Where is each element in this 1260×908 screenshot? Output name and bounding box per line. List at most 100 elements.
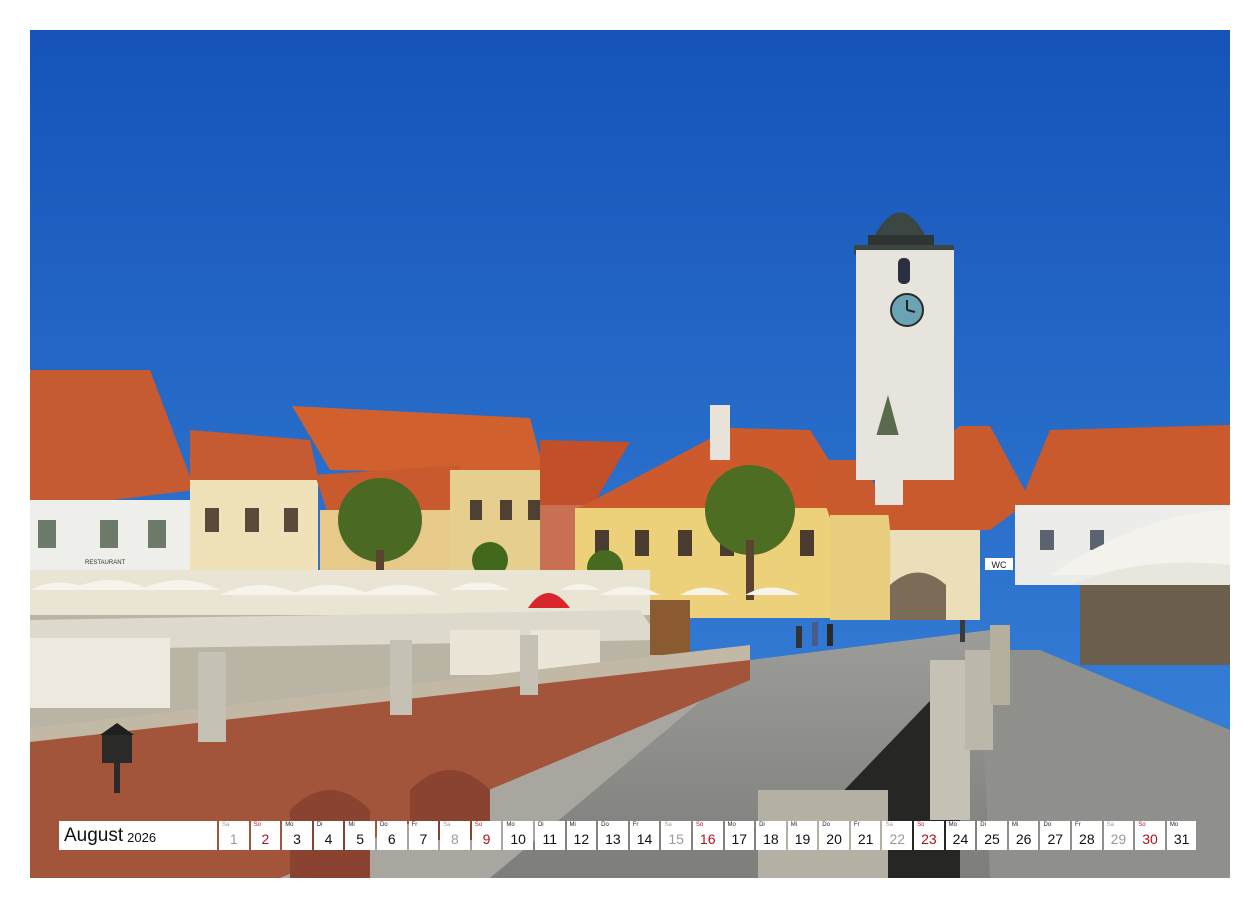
day-weekday: Do bbox=[379, 822, 388, 828]
day-number: 13 bbox=[605, 831, 621, 847]
day-weekday: Sa bbox=[222, 822, 230, 828]
day-cell: Sa 1 bbox=[219, 821, 249, 850]
day-number: 16 bbox=[699, 831, 716, 847]
day-weekday: Di bbox=[316, 822, 323, 828]
day-weekday: Mo bbox=[948, 822, 957, 828]
day-cell: Mo 3 bbox=[282, 821, 312, 850]
day-weekday: Di bbox=[759, 822, 765, 828]
day-number: 10 bbox=[510, 831, 526, 847]
day-number: 31 bbox=[1173, 831, 1190, 847]
day-number: 20 bbox=[826, 831, 842, 847]
day-weekday: Fr bbox=[853, 822, 860, 828]
month-year: 2026 bbox=[127, 829, 157, 845]
day-cell: Mi 5 bbox=[345, 821, 375, 850]
day-number: 29 bbox=[1110, 831, 1127, 847]
day-number: 8 bbox=[451, 831, 459, 847]
day-cell: Fr 14 bbox=[629, 821, 660, 850]
day-number: 19 bbox=[794, 831, 811, 847]
day-number: 26 bbox=[1015, 831, 1032, 847]
day-weekday: Mo bbox=[285, 822, 294, 828]
day-weekday: So bbox=[695, 822, 704, 828]
day-cell: So 23 bbox=[914, 821, 944, 850]
calendar-photo: RESTAURANT WC bbox=[30, 30, 1230, 878]
day-weekday: Mi bbox=[348, 822, 355, 828]
day-cell: Sa 29 bbox=[1103, 821, 1134, 850]
day-weekday: So bbox=[253, 822, 261, 828]
day-weekday: So bbox=[917, 822, 925, 828]
day-number: 22 bbox=[889, 831, 906, 847]
day-weekday: So bbox=[1138, 822, 1146, 828]
day-number: 5 bbox=[356, 831, 365, 847]
day-weekday: Fr bbox=[632, 822, 639, 828]
day-weekday: Di bbox=[980, 822, 986, 828]
day-weekday: Mo bbox=[727, 822, 736, 828]
day-weekday: Sa bbox=[1106, 822, 1114, 828]
day-weekday: Do bbox=[1043, 822, 1052, 828]
month-name: August bbox=[64, 824, 124, 846]
day-number: 23 bbox=[921, 831, 937, 847]
day-weekday: Fr bbox=[411, 822, 418, 828]
day-number: 25 bbox=[984, 831, 1000, 847]
day-number: 9 bbox=[482, 831, 491, 847]
day-weekday: Mi bbox=[1011, 822, 1019, 828]
day-cell: Mo 17 bbox=[724, 821, 755, 850]
day-cell: So 9 bbox=[471, 821, 502, 850]
day-cell: Fr 21 bbox=[850, 821, 881, 850]
day-number: 6 bbox=[387, 831, 396, 847]
day-cell: So 2 bbox=[250, 821, 281, 850]
day-weekday: Do bbox=[601, 822, 609, 828]
day-number: 11 bbox=[542, 831, 557, 847]
day-weekday: Di bbox=[537, 822, 544, 828]
day-cell: Mo 24 bbox=[945, 821, 976, 850]
day-weekday: Mi bbox=[790, 822, 798, 828]
day-weekday: Sa bbox=[443, 822, 451, 828]
day-number: 4 bbox=[324, 831, 333, 847]
day-cell: Sa 22 bbox=[882, 821, 913, 850]
day-number: 7 bbox=[419, 831, 428, 847]
day-cell: Do 20 bbox=[819, 821, 849, 850]
day-cell: Do 27 bbox=[1040, 821, 1071, 850]
day-weekday: So bbox=[474, 822, 483, 828]
day-number: 18 bbox=[763, 831, 779, 847]
building-2 bbox=[190, 430, 320, 590]
day-weekday: Mi bbox=[569, 822, 576, 828]
day-number: 24 bbox=[952, 831, 969, 847]
day-cell: So 16 bbox=[692, 821, 723, 850]
restaurant-sign: RESTAURANT bbox=[85, 560, 126, 566]
day-number: 17 bbox=[731, 831, 748, 847]
day-cell: Di 18 bbox=[756, 821, 786, 850]
day-cell: Fr 28 bbox=[1072, 821, 1102, 850]
day-cell: Mi 26 bbox=[1008, 821, 1039, 850]
day-weekday: Mo bbox=[506, 822, 515, 828]
calendar-strip: August 2026 Sa 1 So 2 Mo 3 Di 4 Mi 5 Do 6 Fr 7 Sa 8 So 9 M… bbox=[59, 821, 1197, 850]
month-label: August 2026 bbox=[59, 821, 217, 850]
day-number: 27 bbox=[1047, 831, 1064, 847]
day-cell: Mi 12 bbox=[566, 821, 597, 850]
wc-sign: WC bbox=[992, 560, 1007, 570]
day-cell: Do 13 bbox=[598, 821, 628, 850]
day-number: 30 bbox=[1142, 831, 1158, 847]
day-weekday: Do bbox=[822, 822, 830, 828]
building-3 bbox=[292, 406, 550, 590]
day-cell: Sa 15 bbox=[661, 821, 691, 850]
day-cell: Di 4 bbox=[313, 821, 344, 850]
day-number: 1 bbox=[229, 831, 238, 847]
day-cell: Mo 31 bbox=[1166, 821, 1197, 850]
day-number: 15 bbox=[668, 831, 684, 847]
day-weekday: Sa bbox=[885, 822, 893, 828]
day-number: 12 bbox=[573, 831, 590, 847]
day-number: 28 bbox=[1079, 831, 1095, 847]
day-weekday: Fr bbox=[1075, 822, 1081, 828]
day-cell: Do 6 bbox=[376, 821, 407, 850]
day-cell: Mi 19 bbox=[787, 821, 818, 850]
day-weekday: Mo bbox=[1169, 822, 1179, 828]
day-cell: Sa 8 bbox=[440, 821, 470, 850]
day-cell: Di 11 bbox=[534, 821, 565, 850]
day-cell: Mo 10 bbox=[503, 821, 533, 850]
day-cell: Di 25 bbox=[977, 821, 1007, 850]
day-cell: Fr 7 bbox=[408, 821, 439, 850]
day-number: 3 bbox=[293, 831, 301, 847]
day-number: 21 bbox=[857, 831, 874, 847]
day-number: 14 bbox=[636, 831, 653, 847]
day-weekday: Sa bbox=[664, 822, 672, 828]
